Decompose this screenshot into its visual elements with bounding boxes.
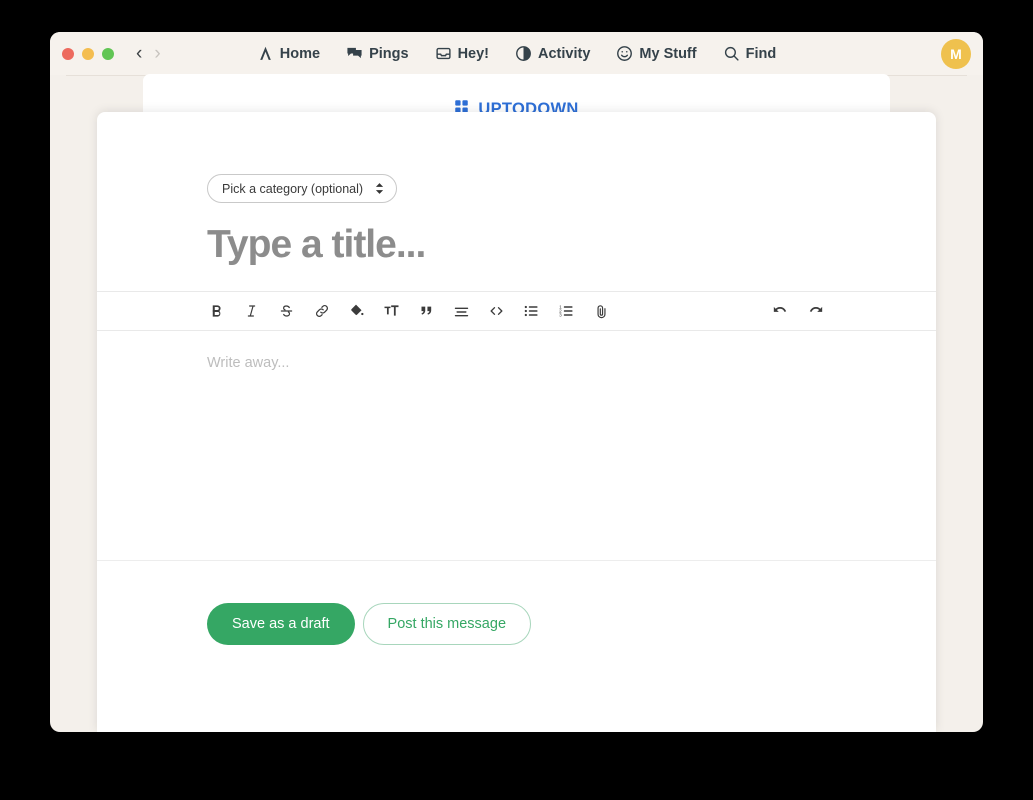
maximize-window-button[interactable] bbox=[102, 47, 114, 60]
post-this-message-button[interactable]: Post this message bbox=[362, 603, 532, 645]
bulleted-list-icon[interactable] bbox=[522, 302, 541, 321]
text-size-icon[interactable] bbox=[382, 302, 401, 321]
toolbar-right-group bbox=[770, 302, 826, 321]
minimize-window-button[interactable] bbox=[82, 47, 94, 60]
nav-item-find[interactable]: Find bbox=[723, 45, 777, 62]
traffic-lights bbox=[62, 47, 114, 60]
save-as-draft-button[interactable]: Save as a draft bbox=[207, 603, 355, 645]
svg-text:3: 3 bbox=[559, 313, 562, 318]
category-row: Pick a category (optional) bbox=[97, 112, 936, 203]
category-select[interactable]: Pick a category (optional) bbox=[207, 174, 398, 203]
numbered-list-icon[interactable]: 1 2 3 bbox=[557, 302, 576, 321]
strikethrough-icon[interactable] bbox=[277, 302, 296, 321]
nav-label-home: Home bbox=[279, 45, 321, 62]
link-icon[interactable] bbox=[312, 302, 331, 321]
italic-icon[interactable] bbox=[242, 302, 261, 321]
nav-item-pings[interactable]: Pings bbox=[346, 45, 409, 62]
home-icon bbox=[257, 45, 274, 62]
my-stuff-smiley-icon bbox=[616, 45, 633, 62]
highlight-icon[interactable] bbox=[347, 302, 366, 321]
undo-icon[interactable] bbox=[770, 302, 789, 321]
nav-label-find: Find bbox=[745, 45, 777, 62]
nav-label-my-stuff: My Stuff bbox=[639, 45, 697, 62]
pings-icon bbox=[346, 45, 363, 62]
composer-footer: Save as a draft Post this message bbox=[97, 561, 936, 645]
title-input[interactable]: Type a title... bbox=[207, 223, 936, 267]
hey-inbox-icon bbox=[435, 45, 452, 62]
nav-label-pings: Pings bbox=[369, 45, 409, 62]
attachment-icon[interactable] bbox=[592, 302, 611, 321]
formatting-toolbar: 1 2 3 bbox=[97, 291, 936, 331]
nav-item-home[interactable]: Home bbox=[257, 45, 320, 62]
quote-icon[interactable] bbox=[417, 302, 436, 321]
avatar[interactable]: M bbox=[941, 38, 971, 69]
toolbar-left-group: 1 2 3 bbox=[207, 302, 611, 321]
forward-button[interactable]: › bbox=[154, 44, 160, 63]
nav-label-activity: Activity bbox=[538, 45, 591, 62]
message-body-input[interactable]: Write away... bbox=[97, 331, 936, 561]
activity-icon bbox=[515, 45, 532, 62]
redo-icon[interactable] bbox=[807, 302, 826, 321]
close-window-button[interactable] bbox=[62, 47, 74, 60]
message-composer-panel: Pick a category (optional) Type a title.… bbox=[97, 112, 936, 732]
browser-nav-arrows: ‹ › bbox=[136, 44, 161, 63]
stepper-chevrons-icon bbox=[375, 182, 384, 195]
search-icon bbox=[723, 45, 740, 62]
nav-item-hey[interactable]: Hey! bbox=[435, 45, 489, 62]
nav-item-activity[interactable]: Activity bbox=[515, 45, 590, 62]
align-icon[interactable] bbox=[452, 302, 471, 321]
nav-item-my-stuff[interactable]: My Stuff bbox=[616, 45, 697, 62]
back-button[interactable]: ‹ bbox=[136, 44, 142, 63]
code-icon[interactable] bbox=[487, 302, 506, 321]
bold-icon[interactable] bbox=[207, 302, 226, 321]
browser-window: Post an announcement, pitch an idea, or … bbox=[50, 32, 983, 732]
category-select-label: Pick a category (optional) bbox=[222, 181, 364, 196]
nav-label-hey: Hey! bbox=[457, 45, 490, 62]
